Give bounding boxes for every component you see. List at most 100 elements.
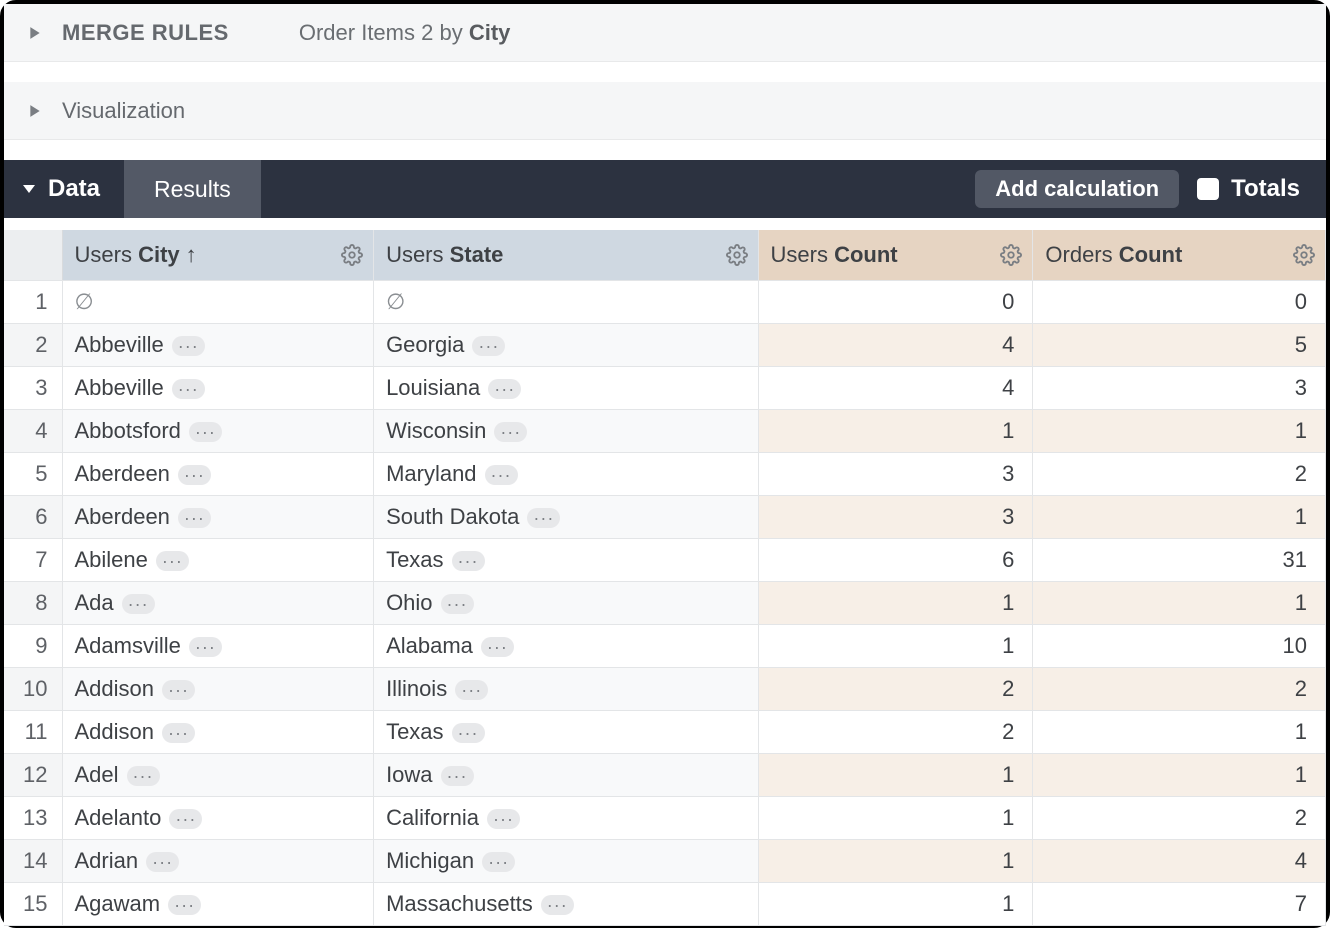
city-cell[interactable]: ∅ [62,280,374,323]
ellipsis-icon[interactable]: ··· [146,852,179,872]
city-cell[interactable]: Agawam··· [62,882,374,925]
city-cell[interactable]: Aberdeen··· [62,495,374,538]
users-count-cell[interactable]: 6 [758,538,1033,581]
users-count-cell[interactable]: 4 [758,323,1033,366]
totals-checkbox[interactable] [1197,178,1219,200]
orders-count-cell[interactable]: 5 [1033,323,1326,366]
state-cell[interactable]: Illinois··· [374,667,758,710]
ellipsis-icon[interactable]: ··· [485,465,518,485]
city-cell[interactable]: Adel··· [62,753,374,796]
city-cell[interactable]: Abbotsford··· [62,409,374,452]
data-dropdown[interactable]: Data [4,160,124,218]
state-cell[interactable]: Alabama··· [374,624,758,667]
ellipsis-icon[interactable]: ··· [452,723,485,743]
orders-count-cell[interactable]: 31 [1033,538,1326,581]
users-count-cell[interactable]: 1 [758,882,1033,925]
ellipsis-icon[interactable]: ··· [494,422,527,442]
gear-icon[interactable] [726,244,748,266]
users-count-cell[interactable]: 1 [758,581,1033,624]
state-cell[interactable]: Maryland··· [374,452,758,495]
city-cell[interactable]: Ada··· [62,581,374,624]
totals-toggle[interactable]: Totals [1197,160,1326,218]
state-cell[interactable]: Wisconsin··· [374,409,758,452]
users-count-cell[interactable]: 3 [758,452,1033,495]
users-count-cell[interactable]: 4 [758,366,1033,409]
orders-count-cell[interactable]: 1 [1033,753,1326,796]
ellipsis-icon[interactable]: ··· [189,422,222,442]
tab-results[interactable]: Results [124,160,261,218]
users-count-cell[interactable]: 1 [758,796,1033,839]
ellipsis-icon[interactable]: ··· [162,723,195,743]
state-cell[interactable]: Texas··· [374,538,758,581]
city-cell[interactable]: Aberdeen··· [62,452,374,495]
ellipsis-icon[interactable]: ··· [178,465,211,485]
merge-rules-panel[interactable]: MERGE RULES Order Items 2 by City [4,4,1326,62]
state-cell[interactable]: Massachusetts··· [374,882,758,925]
orders-count-cell[interactable]: 1 [1033,409,1326,452]
city-cell[interactable]: Abilene··· [62,538,374,581]
column-header-count[interactable]: Users Count [758,230,1033,280]
users-count-cell[interactable]: 2 [758,667,1033,710]
ellipsis-icon[interactable]: ··· [156,551,189,571]
state-cell[interactable]: Iowa··· [374,753,758,796]
column-header-city[interactable]: Users City↑ [62,230,374,280]
city-cell[interactable]: Addison··· [62,710,374,753]
ellipsis-icon[interactable]: ··· [482,852,515,872]
state-cell[interactable]: South Dakota··· [374,495,758,538]
ellipsis-icon[interactable]: ··· [452,551,485,571]
users-count-cell[interactable]: 1 [758,753,1033,796]
gear-icon[interactable] [1000,244,1022,266]
orders-count-cell[interactable]: 10 [1033,624,1326,667]
city-cell[interactable]: Adamsville··· [62,624,374,667]
state-cell[interactable]: ∅ [374,280,758,323]
ellipsis-icon[interactable]: ··· [122,594,155,614]
visualization-panel[interactable]: Visualization [4,82,1326,140]
ellipsis-icon[interactable]: ··· [189,637,222,657]
ellipsis-icon[interactable]: ··· [487,809,520,829]
ellipsis-icon[interactable]: ··· [169,809,202,829]
orders-count-cell[interactable]: 3 [1033,366,1326,409]
ellipsis-icon[interactable]: ··· [127,766,160,786]
city-cell[interactable]: Abbeville··· [62,323,374,366]
ellipsis-icon[interactable]: ··· [162,680,195,700]
state-cell[interactable]: Texas··· [374,710,758,753]
users-count-cell[interactable]: 1 [758,624,1033,667]
ellipsis-icon[interactable]: ··· [527,508,560,528]
ellipsis-icon[interactable]: ··· [172,379,205,399]
add-calculation-button[interactable]: Add calculation [975,170,1179,208]
state-cell[interactable]: Ohio··· [374,581,758,624]
orders-count-cell[interactable]: 2 [1033,667,1326,710]
gear-icon[interactable] [341,244,363,266]
orders-count-cell[interactable]: 2 [1033,452,1326,495]
city-cell[interactable]: Abbeville··· [62,366,374,409]
ellipsis-icon[interactable]: ··· [178,508,211,528]
orders-count-cell[interactable]: 1 [1033,581,1326,624]
city-cell[interactable]: Adrian··· [62,839,374,882]
state-cell[interactable]: Louisiana··· [374,366,758,409]
orders-count-cell[interactable]: 2 [1033,796,1326,839]
orders-count-cell[interactable]: 0 [1033,280,1326,323]
ellipsis-icon[interactable]: ··· [481,637,514,657]
orders-count-cell[interactable]: 7 [1033,882,1326,925]
state-cell[interactable]: Michigan··· [374,839,758,882]
users-count-cell[interactable]: 0 [758,280,1033,323]
column-header-state[interactable]: Users State [374,230,758,280]
ellipsis-icon[interactable]: ··· [441,594,474,614]
ellipsis-icon[interactable]: ··· [455,680,488,700]
state-cell[interactable]: Georgia··· [374,323,758,366]
ellipsis-icon[interactable]: ··· [441,766,474,786]
column-header-count[interactable]: Orders Count [1033,230,1326,280]
ellipsis-icon[interactable]: ··· [541,895,574,915]
orders-count-cell[interactable]: 4 [1033,839,1326,882]
users-count-cell[interactable]: 3 [758,495,1033,538]
ellipsis-icon[interactable]: ··· [168,895,201,915]
ellipsis-icon[interactable]: ··· [488,379,521,399]
ellipsis-icon[interactable]: ··· [472,336,505,356]
city-cell[interactable]: Adelanto··· [62,796,374,839]
users-count-cell[interactable]: 2 [758,710,1033,753]
ellipsis-icon[interactable]: ··· [172,336,205,356]
state-cell[interactable]: California··· [374,796,758,839]
gear-icon[interactable] [1293,244,1315,266]
city-cell[interactable]: Addison··· [62,667,374,710]
users-count-cell[interactable]: 1 [758,409,1033,452]
